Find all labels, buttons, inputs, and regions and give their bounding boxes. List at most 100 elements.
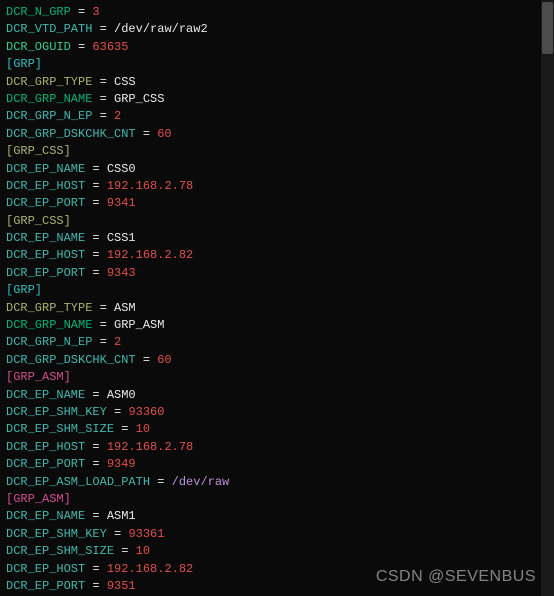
config-line: DCR_EP_PORT = 9343 [6,265,548,282]
config-value: GRP_ASM [114,318,164,332]
config-value: 10 [136,544,150,558]
config-line: DCR_EP_NAME = ASM0 [6,387,548,404]
config-key: DCR_EP_HOST [6,440,85,454]
equals-sign: = [85,440,107,454]
section-header: [GRP] [6,282,548,299]
config-value: /dev/raw/raw2 [114,22,208,36]
config-key: DCR_EP_NAME [6,231,85,245]
equals-sign: = [92,22,114,36]
config-value: 9341 [107,196,136,210]
config-key: DCR_GRP_DSKCHK_CNT [6,353,136,367]
config-key: DCR_EP_PORT [6,266,85,280]
section-header: [GRP_CSS] [6,143,548,160]
config-key: DCR_EP_NAME [6,162,85,176]
config-key: DCR_VTD_PATH [6,22,92,36]
config-value: 192.168.2.78 [107,440,193,454]
equals-sign: = [85,579,107,593]
config-value: 60 [157,127,171,141]
config-key: DCR_EP_ASM_LOAD_PATH [6,475,150,489]
config-key: DCR_EP_HOST [6,248,85,262]
equals-sign: = [92,75,114,89]
config-value: 9343 [107,266,136,280]
config-value: 60 [157,353,171,367]
config-key: DCR_N_GRP [6,5,71,19]
equals-sign: = [85,179,107,193]
config-line: DCR_EP_PORT = 9341 [6,195,548,212]
config-key: DCR_GRP_NAME [6,318,92,332]
config-value: 192.168.2.78 [107,179,193,193]
config-line: DCR_GRP_DSKCHK_CNT = 60 [6,126,548,143]
config-key: DCR_EP_NAME [6,509,85,523]
equals-sign: = [85,457,107,471]
equals-sign: = [85,162,107,176]
config-key: DCR_GRP_TYPE [6,75,92,89]
equals-sign: = [85,562,107,576]
config-line: DCR_GRP_TYPE = ASM [6,300,548,317]
config-value: 63635 [92,40,128,54]
terminal-viewport[interactable]: DCR_N_GRP = 3DCR_VTD_PATH = /dev/raw/raw… [0,0,554,596]
equals-sign: = [92,92,114,106]
config-key: DCR_EP_SHM_SIZE [6,544,114,558]
config-key: DCR_EP_SHM_KEY [6,405,107,419]
config-value: CSS1 [107,231,136,245]
config-value: 10 [136,422,150,436]
equals-sign: = [136,127,158,141]
config-key: DCR_EP_PORT [6,579,85,593]
config-line: DCR_EP_SHM_SIZE = 10 [6,421,548,438]
config-line: DCR_EP_NAME = ASM1 [6,508,548,525]
config-value: CSS [114,75,136,89]
config-value: 192.168.2.82 [107,248,193,262]
config-value: ASM0 [107,388,136,402]
section-header: [GRP_ASM] [6,369,548,386]
config-value: 3 [92,5,99,19]
config-line: DCR_EP_SHM_KEY = 93361 [6,526,548,543]
config-line: DCR_N_GRP = 3 [6,4,548,21]
config-line: DCR_OGUID = 63635 [6,39,548,56]
config-value: 93360 [128,405,164,419]
config-line: DCR_GRP_NAME = GRP_ASM [6,317,548,334]
watermark-text: CSDN @SEVENBUS [376,565,536,588]
terminal-content: DCR_N_GRP = 3DCR_VTD_PATH = /dev/raw/raw… [6,4,548,596]
config-line: DCR_EP_ASM_LOAD_PATH = /dev/raw [6,474,548,491]
config-line: DCR_GRP_TYPE = CSS [6,74,548,91]
config-line: DCR_GRP_DSKCHK_CNT = 60 [6,352,548,369]
config-value: CSS0 [107,162,136,176]
section-header: [GRP] [6,56,548,73]
config-line: DCR_EP_HOST = 192.168.2.78 [6,439,548,456]
config-line: DCR_VTD_PATH = /dev/raw/raw2 [6,21,548,38]
equals-sign: = [107,405,129,419]
config-key: DCR_GRP_N_EP [6,335,92,349]
config-line: DCR_GRP_N_EP = 2 [6,334,548,351]
config-value: ASM [114,301,136,315]
config-line: DCR_EP_SHM_KEY = 93360 [6,404,548,421]
scrollbar-thumb[interactable] [542,2,553,54]
config-line: DCR_EP_HOST = 192.168.2.78 [6,178,548,195]
config-value: 192.168.2.82 [107,562,193,576]
config-key: DCR_GRP_DSKCHK_CNT [6,127,136,141]
equals-sign: = [85,266,107,280]
config-key: DCR_GRP_TYPE [6,301,92,315]
equals-sign: = [71,40,93,54]
equals-sign: = [85,231,107,245]
config-key: DCR_EP_NAME [6,388,85,402]
config-line: DCR_EP_PORT = 9349 [6,456,548,473]
config-line: DCR_EP_NAME = CSS0 [6,161,548,178]
config-key: DCR_OGUID [6,40,71,54]
config-value: 2 [114,109,121,123]
equals-sign: = [92,318,114,332]
config-value: GRP_CSS [114,92,164,106]
config-key: DCR_GRP_N_EP [6,109,92,123]
config-key: DCR_EP_SHM_KEY [6,527,107,541]
equals-sign: = [92,301,114,315]
equals-sign: = [114,544,136,558]
config-line: DCR_GRP_NAME = GRP_CSS [6,91,548,108]
equals-sign: = [107,527,129,541]
equals-sign: = [85,388,107,402]
equals-sign: = [150,475,172,489]
equals-sign: = [85,248,107,262]
config-value: 9349 [107,457,136,471]
config-value: 2 [114,335,121,349]
equals-sign: = [85,196,107,210]
equals-sign: = [114,422,136,436]
scrollbar-track[interactable] [541,0,554,596]
